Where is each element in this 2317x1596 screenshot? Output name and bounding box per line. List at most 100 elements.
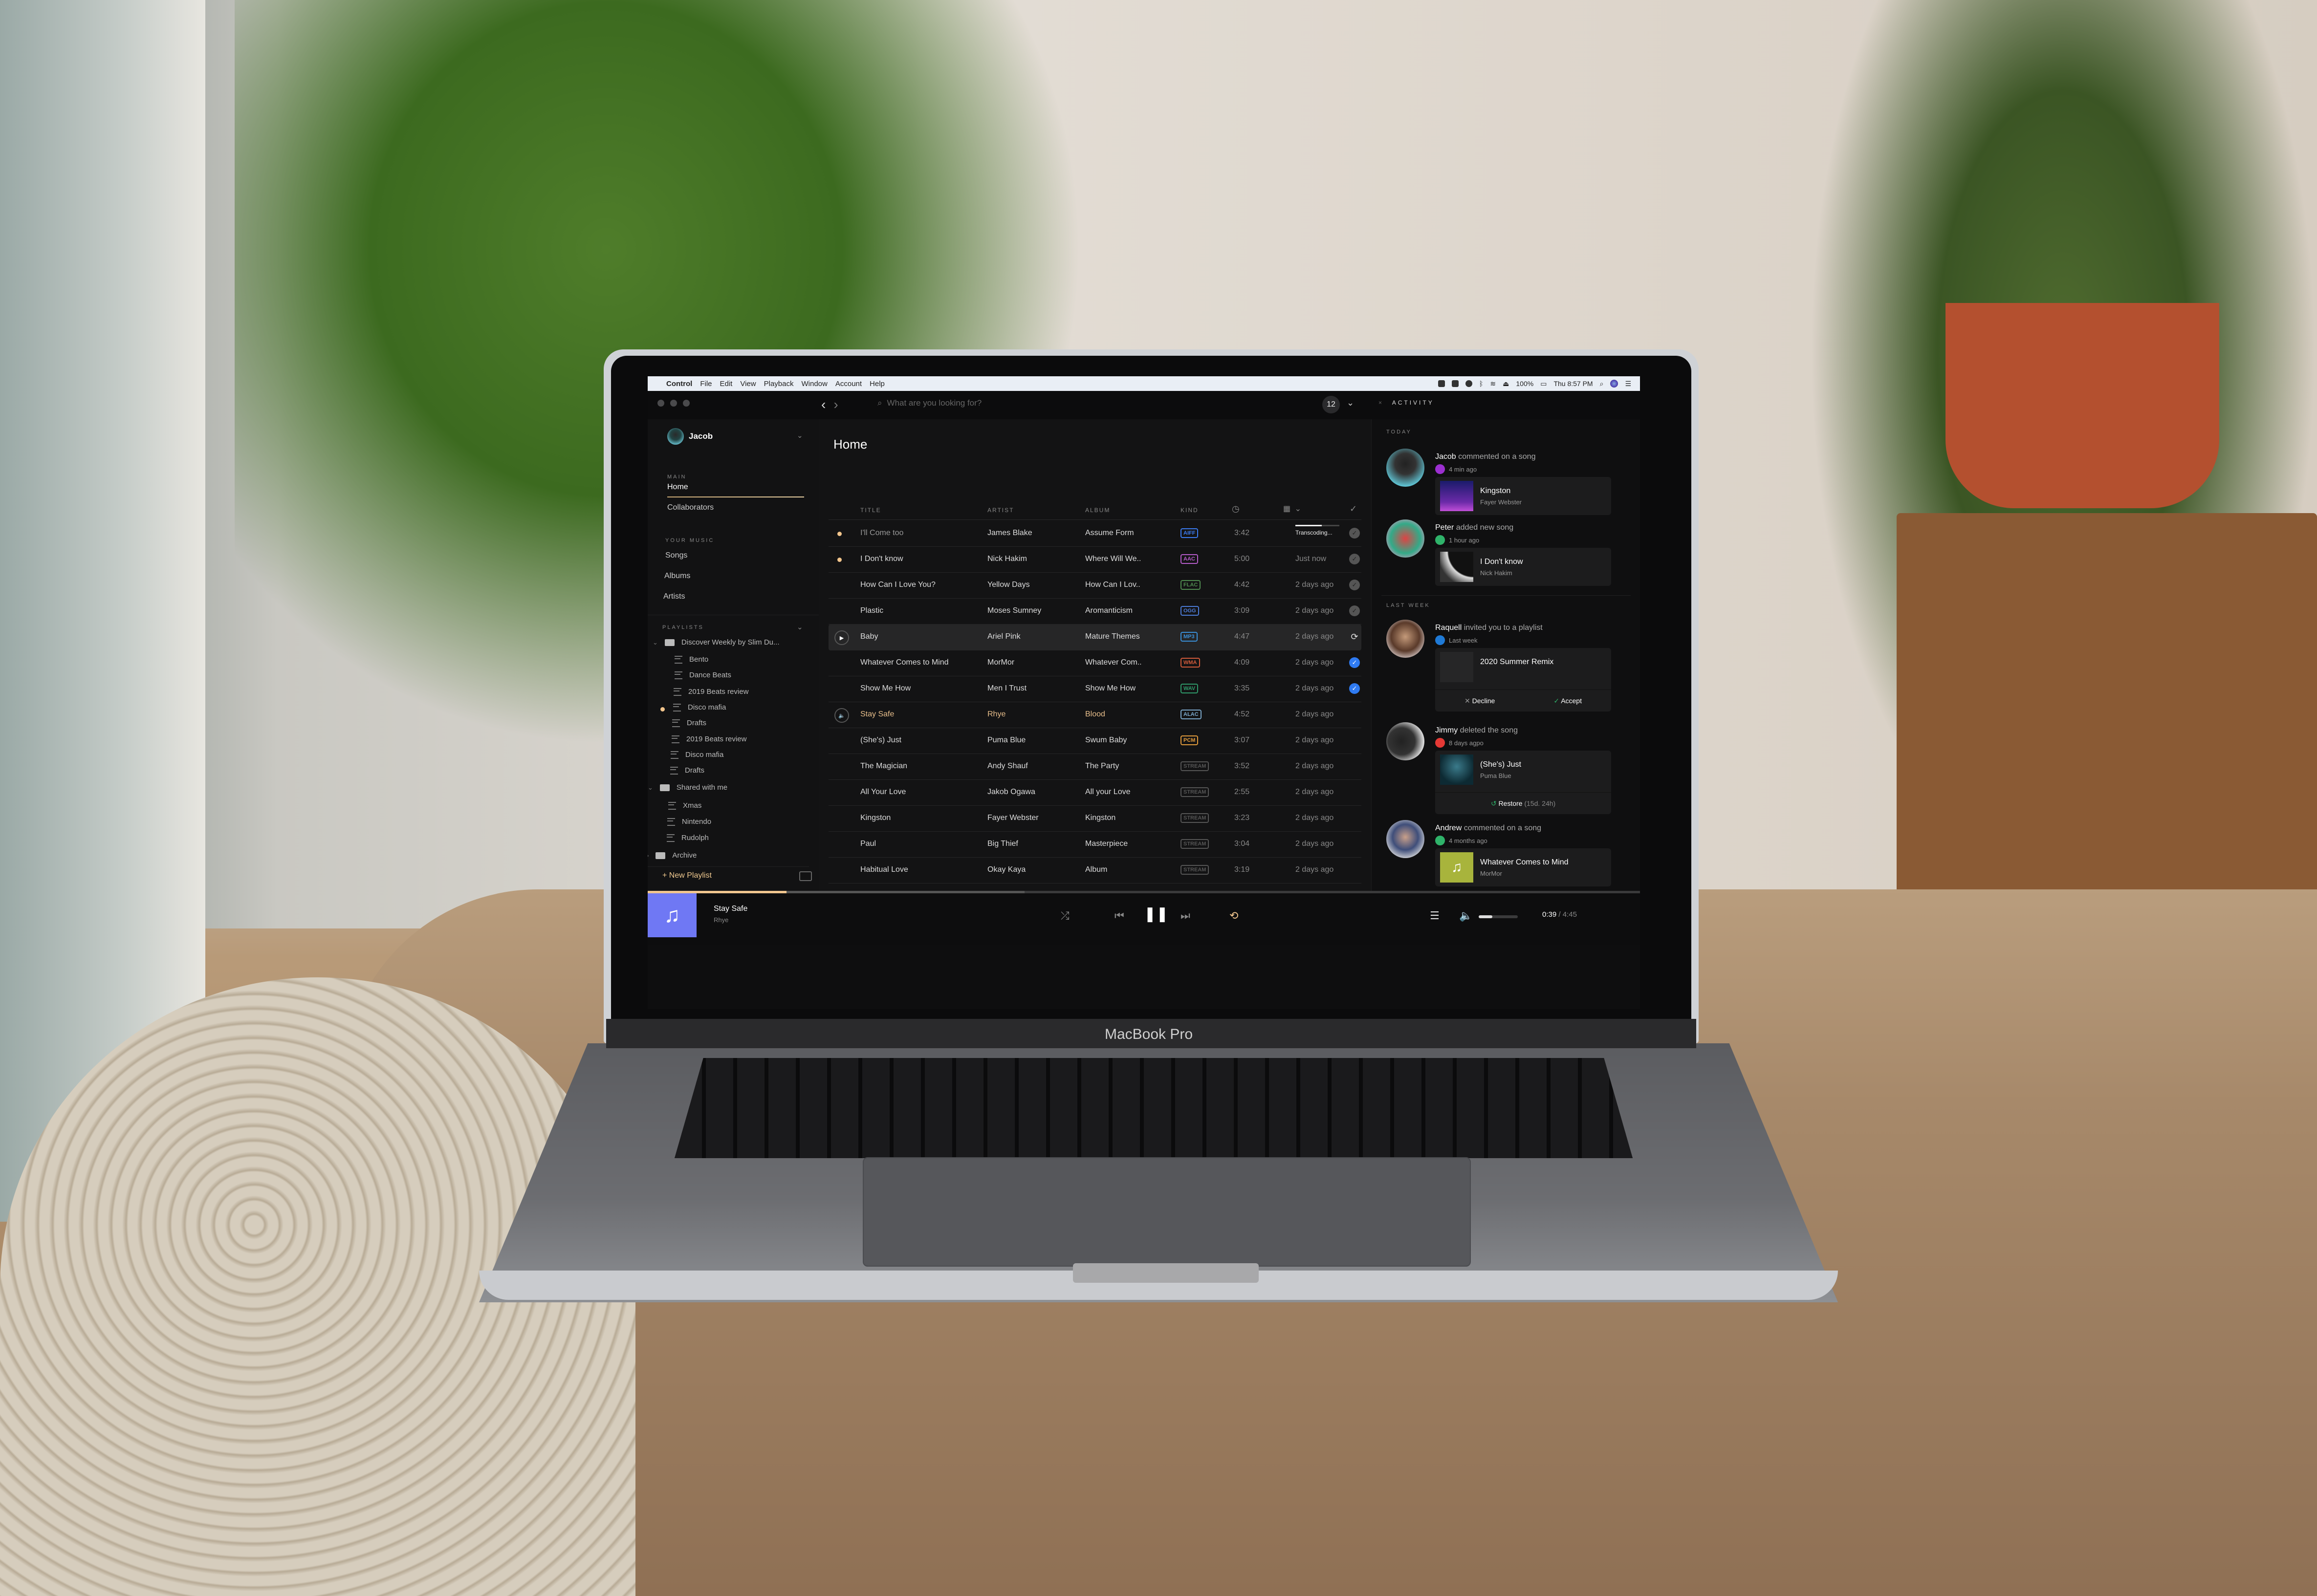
playlist-item-rudolph[interactable]: Rudolph: [667, 834, 709, 842]
playlist-folder-shared-with-me[interactable]: ⌄ Shared with me: [648, 783, 727, 792]
forward-arrow-icon[interactable]: ›: [833, 397, 838, 412]
synced-check-icon[interactable]: ✓: [1349, 554, 1360, 564]
cell-album[interactable]: Whatever Com..: [1085, 658, 1142, 667]
activity-user[interactable]: Andrew: [1435, 824, 1462, 832]
cell-artist[interactable]: Puma Blue: [987, 736, 1026, 745]
synced-check-icon[interactable]: ✓: [1349, 580, 1360, 590]
song-card[interactable]: ♫ Whatever Comes to Mind MorMor: [1435, 848, 1611, 886]
user-menu[interactable]: Jacob: [667, 428, 713, 445]
restore-button[interactable]: ↺ Restore (15d. 24h): [1491, 799, 1555, 808]
avatar[interactable]: [1386, 449, 1424, 487]
cell-album[interactable]: Album: [1085, 865, 1107, 874]
playlist-item-nintendo[interactable]: Nintendo: [667, 818, 711, 826]
activity-user[interactable]: Raquell: [1435, 624, 1462, 632]
verified-check-icon[interactable]: ✓: [1349, 683, 1360, 694]
pause-icon[interactable]: ❚❚: [1144, 906, 1168, 923]
cell-album[interactable]: Blood: [1085, 710, 1105, 719]
sidebar-item-songs[interactable]: Songs: [665, 551, 687, 560]
menu-file[interactable]: File: [700, 380, 712, 388]
avatar[interactable]: [1386, 620, 1424, 658]
cell-album[interactable]: How Can I Lov..: [1085, 581, 1140, 589]
close-activity-icon[interactable]: ×: [1378, 399, 1382, 406]
zoom-window-button[interactable]: [683, 400, 690, 407]
table-row[interactable]: ▶ Baby Ariel Pink Mature Themes MP3 4:47 2 day…: [829, 625, 1361, 650]
cell-album[interactable]: Show Me How: [1085, 684, 1136, 693]
playlist-folder-discover-weekly[interactable]: ⌄ Discover Weekly by Slim Du...: [653, 638, 780, 647]
playlist-item-drafts-2[interactable]: Drafts: [670, 766, 704, 775]
cell-artist[interactable]: Yellow Days: [987, 581, 1030, 589]
back-arrow-icon[interactable]: ‹: [821, 397, 826, 412]
notification-count-badge[interactable]: 12: [1322, 396, 1340, 413]
cell-album[interactable]: All your Love: [1085, 788, 1131, 797]
chevron-down-icon[interactable]: ⌄: [797, 431, 803, 440]
eject-icon[interactable]: ⏏: [1503, 380, 1509, 388]
display-icon[interactable]: [1452, 380, 1459, 387]
cell-album[interactable]: Masterpiece: [1085, 840, 1128, 848]
sidebar-item-home[interactable]: Home: [667, 483, 688, 492]
cell-artist[interactable]: Fayer Webster: [987, 814, 1039, 822]
avatar[interactable]: [1386, 820, 1424, 858]
playlist-item-2019-beats-review-2[interactable]: 2019 Beats review: [672, 735, 746, 743]
siri-icon[interactable]: [1610, 380, 1618, 388]
playlist-item-disco-mafia-2[interactable]: Disco mafia: [671, 751, 723, 759]
cell-artist[interactable]: MorMor: [987, 658, 1014, 667]
activity-user[interactable]: Jimmy: [1435, 726, 1458, 734]
menu-help[interactable]: Help: [870, 380, 885, 388]
table-row[interactable]: I'll Come too James Blake Assume Form AIFF 3…: [829, 521, 1361, 547]
repeat-one-icon[interactable]: ⟲: [1229, 909, 1238, 922]
battery-icon[interactable]: ▭: [1540, 380, 1547, 388]
notification-bell-icon[interactable]: [1438, 380, 1445, 387]
new-playlist-button[interactable]: + New Playlist: [662, 871, 712, 880]
playlist-item-drafts[interactable]: Drafts: [672, 719, 706, 727]
chevron-down-icon[interactable]: ⌄: [653, 639, 658, 647]
table-row[interactable]: Paul Big Thief Masterpiece STREAM 3:04 2 days…: [829, 832, 1361, 858]
sidebar-item-artists[interactable]: Artists: [663, 592, 685, 601]
song-card[interactable]: I Don't know Nick Hakim: [1435, 548, 1611, 586]
cell-artist[interactable]: Big Thief: [987, 840, 1018, 848]
clock[interactable]: Thu 8:57 PM: [1553, 380, 1593, 388]
verified-check-icon[interactable]: ✓: [1349, 657, 1360, 668]
synced-check-icon[interactable]: ✓: [1349, 605, 1360, 616]
bluetooth-icon[interactable]: ᛒ: [1479, 380, 1483, 388]
queue-icon[interactable]: ☰: [1430, 909, 1440, 922]
decline-button[interactable]: ✕ Decline: [1465, 697, 1495, 705]
cell-artist[interactable]: Jakob Ogawa: [987, 788, 1035, 797]
new-folder-icon[interactable]: [799, 871, 812, 881]
column-album[interactable]: ALBUM: [1085, 507, 1110, 514]
table-row[interactable]: Plastic Moses Sumney Aromanticism OGG 3:09 2 …: [829, 599, 1361, 625]
cell-album[interactable]: Mature Themes: [1085, 632, 1140, 641]
table-row[interactable]: All Your Love Jakob Ogawa All your Love STR…: [829, 780, 1361, 806]
synced-check-icon[interactable]: ✓: [1349, 528, 1360, 539]
control-center-icon[interactable]: ☰: [1625, 380, 1631, 388]
activity-user[interactable]: Jacob: [1435, 453, 1456, 461]
menu-edit[interactable]: Edit: [720, 380, 733, 388]
cell-artist[interactable]: Rhye: [987, 710, 1005, 719]
date-added-calendar-icon[interactable]: ▦ ⌄: [1283, 504, 1302, 514]
playback-progress-slider[interactable]: [648, 891, 1640, 893]
song-card[interactable]: Kingston Fayer Webster: [1435, 477, 1611, 515]
cell-album[interactable]: Aromanticism: [1085, 606, 1133, 615]
wifi-icon[interactable]: ≋: [1490, 380, 1496, 388]
cell-artist[interactable]: Okay Kaya: [987, 865, 1026, 874]
table-row[interactable]: Habitual Love Okay Kaya Album STREAM 3:19 2 d…: [829, 858, 1361, 884]
playlist-item-bento[interactable]: Bento: [675, 655, 708, 664]
menu-account[interactable]: Account: [835, 380, 862, 388]
search-input[interactable]: ⌕ What are you looking for?: [877, 398, 982, 408]
cell-artist[interactable]: Men I Trust: [987, 684, 1027, 693]
cell-album[interactable]: Where Will We..: [1085, 555, 1141, 563]
sync-icon[interactable]: ⟳: [1349, 631, 1360, 642]
table-row[interactable]: Whatever Comes to Mind MorMor Whatever Com…: [829, 650, 1361, 676]
play-icon[interactable]: ▶: [834, 630, 849, 645]
minimize-window-button[interactable]: [670, 400, 677, 407]
sidebar-item-collaborators[interactable]: Collaborators: [667, 503, 714, 512]
close-window-button[interactable]: [657, 400, 664, 407]
duration-clock-icon[interactable]: ◷: [1232, 504, 1241, 514]
avatar[interactable]: [1386, 519, 1424, 558]
playlist-item-disco-mafia[interactable]: Disco mafia: [673, 703, 726, 712]
volume-slider[interactable]: [1479, 915, 1518, 918]
cell-artist[interactable]: Andy Shauf: [987, 762, 1028, 771]
menu-playback[interactable]: Playback: [764, 380, 794, 388]
cell-artist[interactable]: James Blake: [987, 529, 1032, 538]
column-kind[interactable]: KIND: [1180, 507, 1199, 514]
table-row[interactable]: 🔈 Stay Safe Rhye Blood ALAC 4:52 2 days ago: [829, 702, 1361, 728]
